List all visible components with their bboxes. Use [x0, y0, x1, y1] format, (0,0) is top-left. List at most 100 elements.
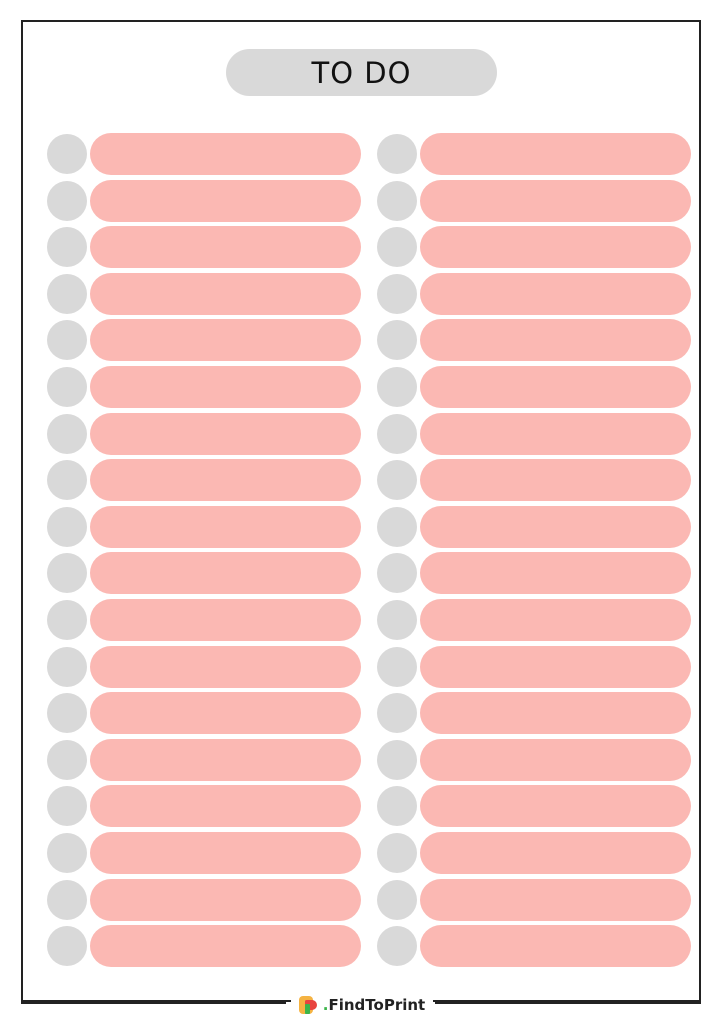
todo-line[interactable] [420, 645, 691, 688]
checkbox-circle[interactable] [47, 320, 87, 361]
checkbox-circle[interactable] [377, 180, 417, 221]
todo-line[interactable] [420, 226, 691, 269]
todo-line[interactable] [420, 319, 691, 362]
todo-item [377, 272, 691, 315]
checkbox-circle[interactable] [47, 134, 87, 174]
todo-line[interactable] [90, 272, 361, 315]
todo-item [47, 365, 361, 408]
todo-item [47, 319, 361, 362]
todo-line[interactable] [90, 692, 361, 735]
checkbox-circle[interactable] [47, 460, 87, 501]
checkbox-circle[interactable] [377, 134, 417, 174]
checkbox-circle[interactable] [377, 739, 417, 780]
todo-line[interactable] [90, 133, 361, 175]
todo-line[interactable] [90, 785, 361, 828]
checkbox-circle[interactable] [47, 553, 87, 594]
todo-item [377, 645, 691, 688]
checkbox-circle[interactable] [47, 739, 87, 780]
checkbox-circle[interactable] [47, 366, 87, 407]
footer: .FindToPrint [0, 993, 724, 1017]
checkbox-circle[interactable] [377, 646, 417, 687]
todo-line[interactable] [90, 645, 361, 688]
todo-line[interactable] [90, 831, 361, 874]
todo-line[interactable] [420, 598, 691, 641]
todo-line[interactable] [420, 692, 691, 735]
todo-item [47, 645, 361, 688]
todo-item [47, 785, 361, 828]
todo-line[interactable] [420, 785, 691, 828]
checkbox-circle[interactable] [377, 786, 417, 827]
todo-line[interactable] [420, 412, 691, 455]
todo-item [47, 692, 361, 735]
checkbox-circle[interactable] [47, 926, 87, 967]
todo-item [377, 692, 691, 735]
todo-item [47, 925, 361, 968]
checkbox-circle[interactable] [377, 273, 417, 314]
todo-item [377, 785, 691, 828]
checkbox-circle[interactable] [47, 879, 87, 920]
checkbox-circle[interactable] [377, 599, 417, 640]
checkbox-circle[interactable] [47, 832, 87, 873]
todo-item [47, 459, 361, 502]
findtoprint-logo-icon [298, 995, 319, 1015]
todo-line[interactable] [420, 505, 691, 548]
todo-line[interactable] [420, 738, 691, 781]
checkbox-circle[interactable] [47, 786, 87, 827]
todo-item [47, 412, 361, 455]
todo-item [47, 878, 361, 921]
todo-line[interactable] [90, 179, 361, 222]
checkbox-circle[interactable] [47, 413, 87, 454]
todo-line[interactable] [90, 505, 361, 548]
todo-line[interactable] [420, 552, 691, 595]
todo-line[interactable] [420, 925, 691, 968]
todo-item [47, 272, 361, 315]
todo-item [47, 552, 361, 595]
todo-line[interactable] [420, 365, 691, 408]
checkbox-circle[interactable] [377, 460, 417, 501]
todo-line[interactable] [90, 925, 361, 968]
todo-line[interactable] [420, 831, 691, 874]
todo-line[interactable] [420, 878, 691, 921]
todo-item [47, 505, 361, 548]
checkbox-circle[interactable] [377, 320, 417, 361]
checkbox-circle[interactable] [377, 832, 417, 873]
todo-line[interactable] [90, 226, 361, 269]
todo-item [377, 598, 691, 641]
checkbox-circle[interactable] [47, 180, 87, 221]
checkbox-circle[interactable] [47, 227, 87, 268]
todo-line[interactable] [420, 133, 691, 175]
checkbox-circle[interactable] [47, 599, 87, 640]
todo-item [377, 925, 691, 968]
todo-line[interactable] [90, 319, 361, 362]
checkbox-circle[interactable] [377, 693, 417, 734]
todo-line[interactable] [90, 598, 361, 641]
checkbox-circle[interactable] [47, 506, 87, 547]
todo-item [377, 505, 691, 548]
checkbox-circle[interactable] [377, 227, 417, 268]
checkbox-circle[interactable] [377, 879, 417, 920]
todo-column-left [47, 133, 361, 972]
checkbox-circle[interactable] [377, 413, 417, 454]
todo-item [377, 412, 691, 455]
checkbox-circle[interactable] [47, 646, 87, 687]
todo-line[interactable] [420, 179, 691, 222]
todo-line[interactable] [90, 738, 361, 781]
todo-line[interactable] [90, 878, 361, 921]
checkbox-circle[interactable] [47, 693, 87, 734]
checkbox-circle[interactable] [377, 553, 417, 594]
todo-line[interactable] [420, 272, 691, 315]
checkbox-circle[interactable] [47, 273, 87, 314]
todo-line[interactable] [90, 412, 361, 455]
todo-line[interactable] [420, 459, 691, 502]
checkbox-circle[interactable] [377, 506, 417, 547]
todo-item [47, 179, 361, 222]
todo-line[interactable] [90, 459, 361, 502]
todo-item [47, 831, 361, 874]
todo-item [47, 598, 361, 641]
todo-line[interactable] [90, 365, 361, 408]
checkbox-circle[interactable] [377, 366, 417, 407]
todo-line[interactable] [90, 552, 361, 595]
checkbox-circle[interactable] [377, 926, 417, 967]
todo-item [47, 226, 361, 269]
todo-item [377, 319, 691, 362]
